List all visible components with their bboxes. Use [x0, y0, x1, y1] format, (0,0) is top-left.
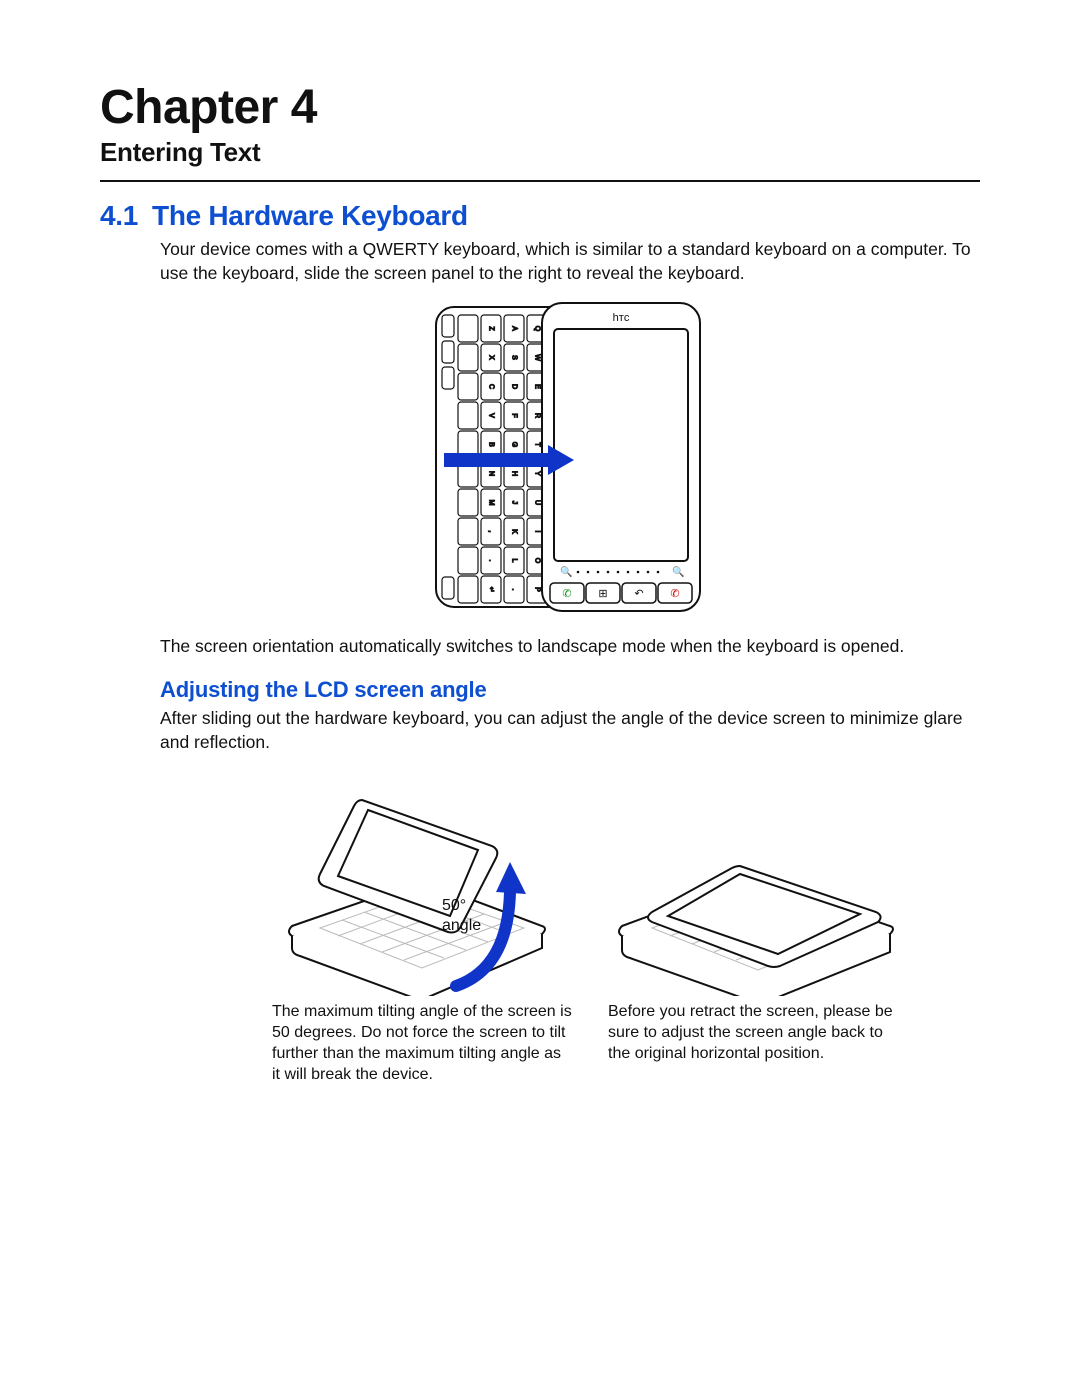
chapter-subtitle: Entering Text: [100, 137, 980, 168]
keycap-label: E: [534, 384, 541, 389]
keycap-label: F: [511, 414, 518, 418]
angle-illustration-tilted: 50° angle: [272, 766, 572, 996]
keycap-label: ,: [488, 531, 495, 533]
subsection-intro-paragraph: After sliding out the hardware keyboard,…: [160, 707, 980, 754]
keycap-label: Z: [488, 327, 495, 332]
angle-col-left: 50° angle The maximum tilting angle of t…: [272, 766, 572, 1085]
angle-col-right: Before you retract the screen, please be…: [608, 766, 908, 1085]
end-icon: ✆: [670, 588, 679, 600]
keycap-label: L: [511, 559, 518, 563]
start-icon: ⊞: [598, 588, 607, 600]
back-icon: ↶: [634, 588, 643, 600]
keycap-label: U: [534, 500, 541, 505]
keycap-label: J: [511, 501, 518, 505]
section-after-figure-paragraph: The screen orientation automatically swi…: [160, 635, 980, 659]
keycap-label: O: [534, 558, 541, 564]
angle-illustration-flat: [608, 766, 908, 996]
svg-text:🔍: 🔍: [560, 565, 572, 578]
call-icon: ✆: [562, 588, 571, 600]
section-heading: 4.1 The Hardware Keyboard: [100, 200, 980, 232]
angle-caption-right: Before you retract the screen, please be…: [608, 1002, 908, 1064]
tilt-angle-annotation: 50° angle: [442, 896, 481, 936]
keycap-label: X: [488, 355, 495, 360]
keycap-label: V: [488, 413, 495, 418]
keycap-label: K: [511, 529, 518, 534]
svg-text:🔍: 🔍: [672, 565, 684, 578]
keycap-label: P: [534, 587, 541, 592]
keycap-label: I: [534, 531, 541, 533]
keycap-label: .: [511, 589, 518, 591]
section-body: Your device comes with a QWERTY keyboard…: [100, 238, 980, 1085]
device-slide-illustration: ZXCVBNM,.↵ASDFGHJKL.QWERTYUIOP1234567890…: [430, 297, 710, 617]
divider: [100, 180, 980, 182]
keycap-label: Y: [534, 471, 541, 476]
keycap-label: Q: [534, 326, 541, 332]
keycap-label: D: [511, 384, 518, 389]
keycap-label: C: [488, 384, 495, 389]
section-number: 4.1: [100, 200, 138, 232]
keycap-label: A: [511, 326, 518, 331]
angle-caption-left: The maximum tilting angle of the screen …: [272, 1002, 572, 1085]
keycap-label: H: [511, 471, 518, 476]
keycap-label: .: [488, 560, 495, 562]
keycap-label: B: [488, 442, 495, 447]
keycap-label: ↵: [488, 587, 495, 593]
keycap-label: N: [488, 471, 495, 476]
section-intro-paragraph: Your device comes with a QWERTY keyboard…: [160, 238, 980, 285]
chapter-title: Chapter 4: [100, 80, 980, 135]
keycap-label: M: [488, 500, 495, 506]
subsection-heading: Adjusting the LCD screen angle: [160, 677, 980, 703]
page: Chapter 4 Entering Text 4.1 The Hardware…: [0, 0, 1080, 1397]
keycap-label: T: [534, 443, 541, 448]
brand-label: hтc: [613, 312, 630, 324]
figure-keyboard-slide: ZXCVBNM,.↵ASDFGHJKL.QWERTYUIOP1234567890…: [160, 297, 980, 617]
keycap-label: R: [534, 413, 541, 418]
keycap-label: S: [511, 355, 518, 360]
keycap-label: G: [511, 442, 518, 447]
keycap-label: W: [534, 354, 541, 361]
section-title-text: The Hardware Keyboard: [152, 200, 468, 232]
angle-figure-row: 50° angle The maximum tilting angle of t…: [160, 766, 980, 1085]
